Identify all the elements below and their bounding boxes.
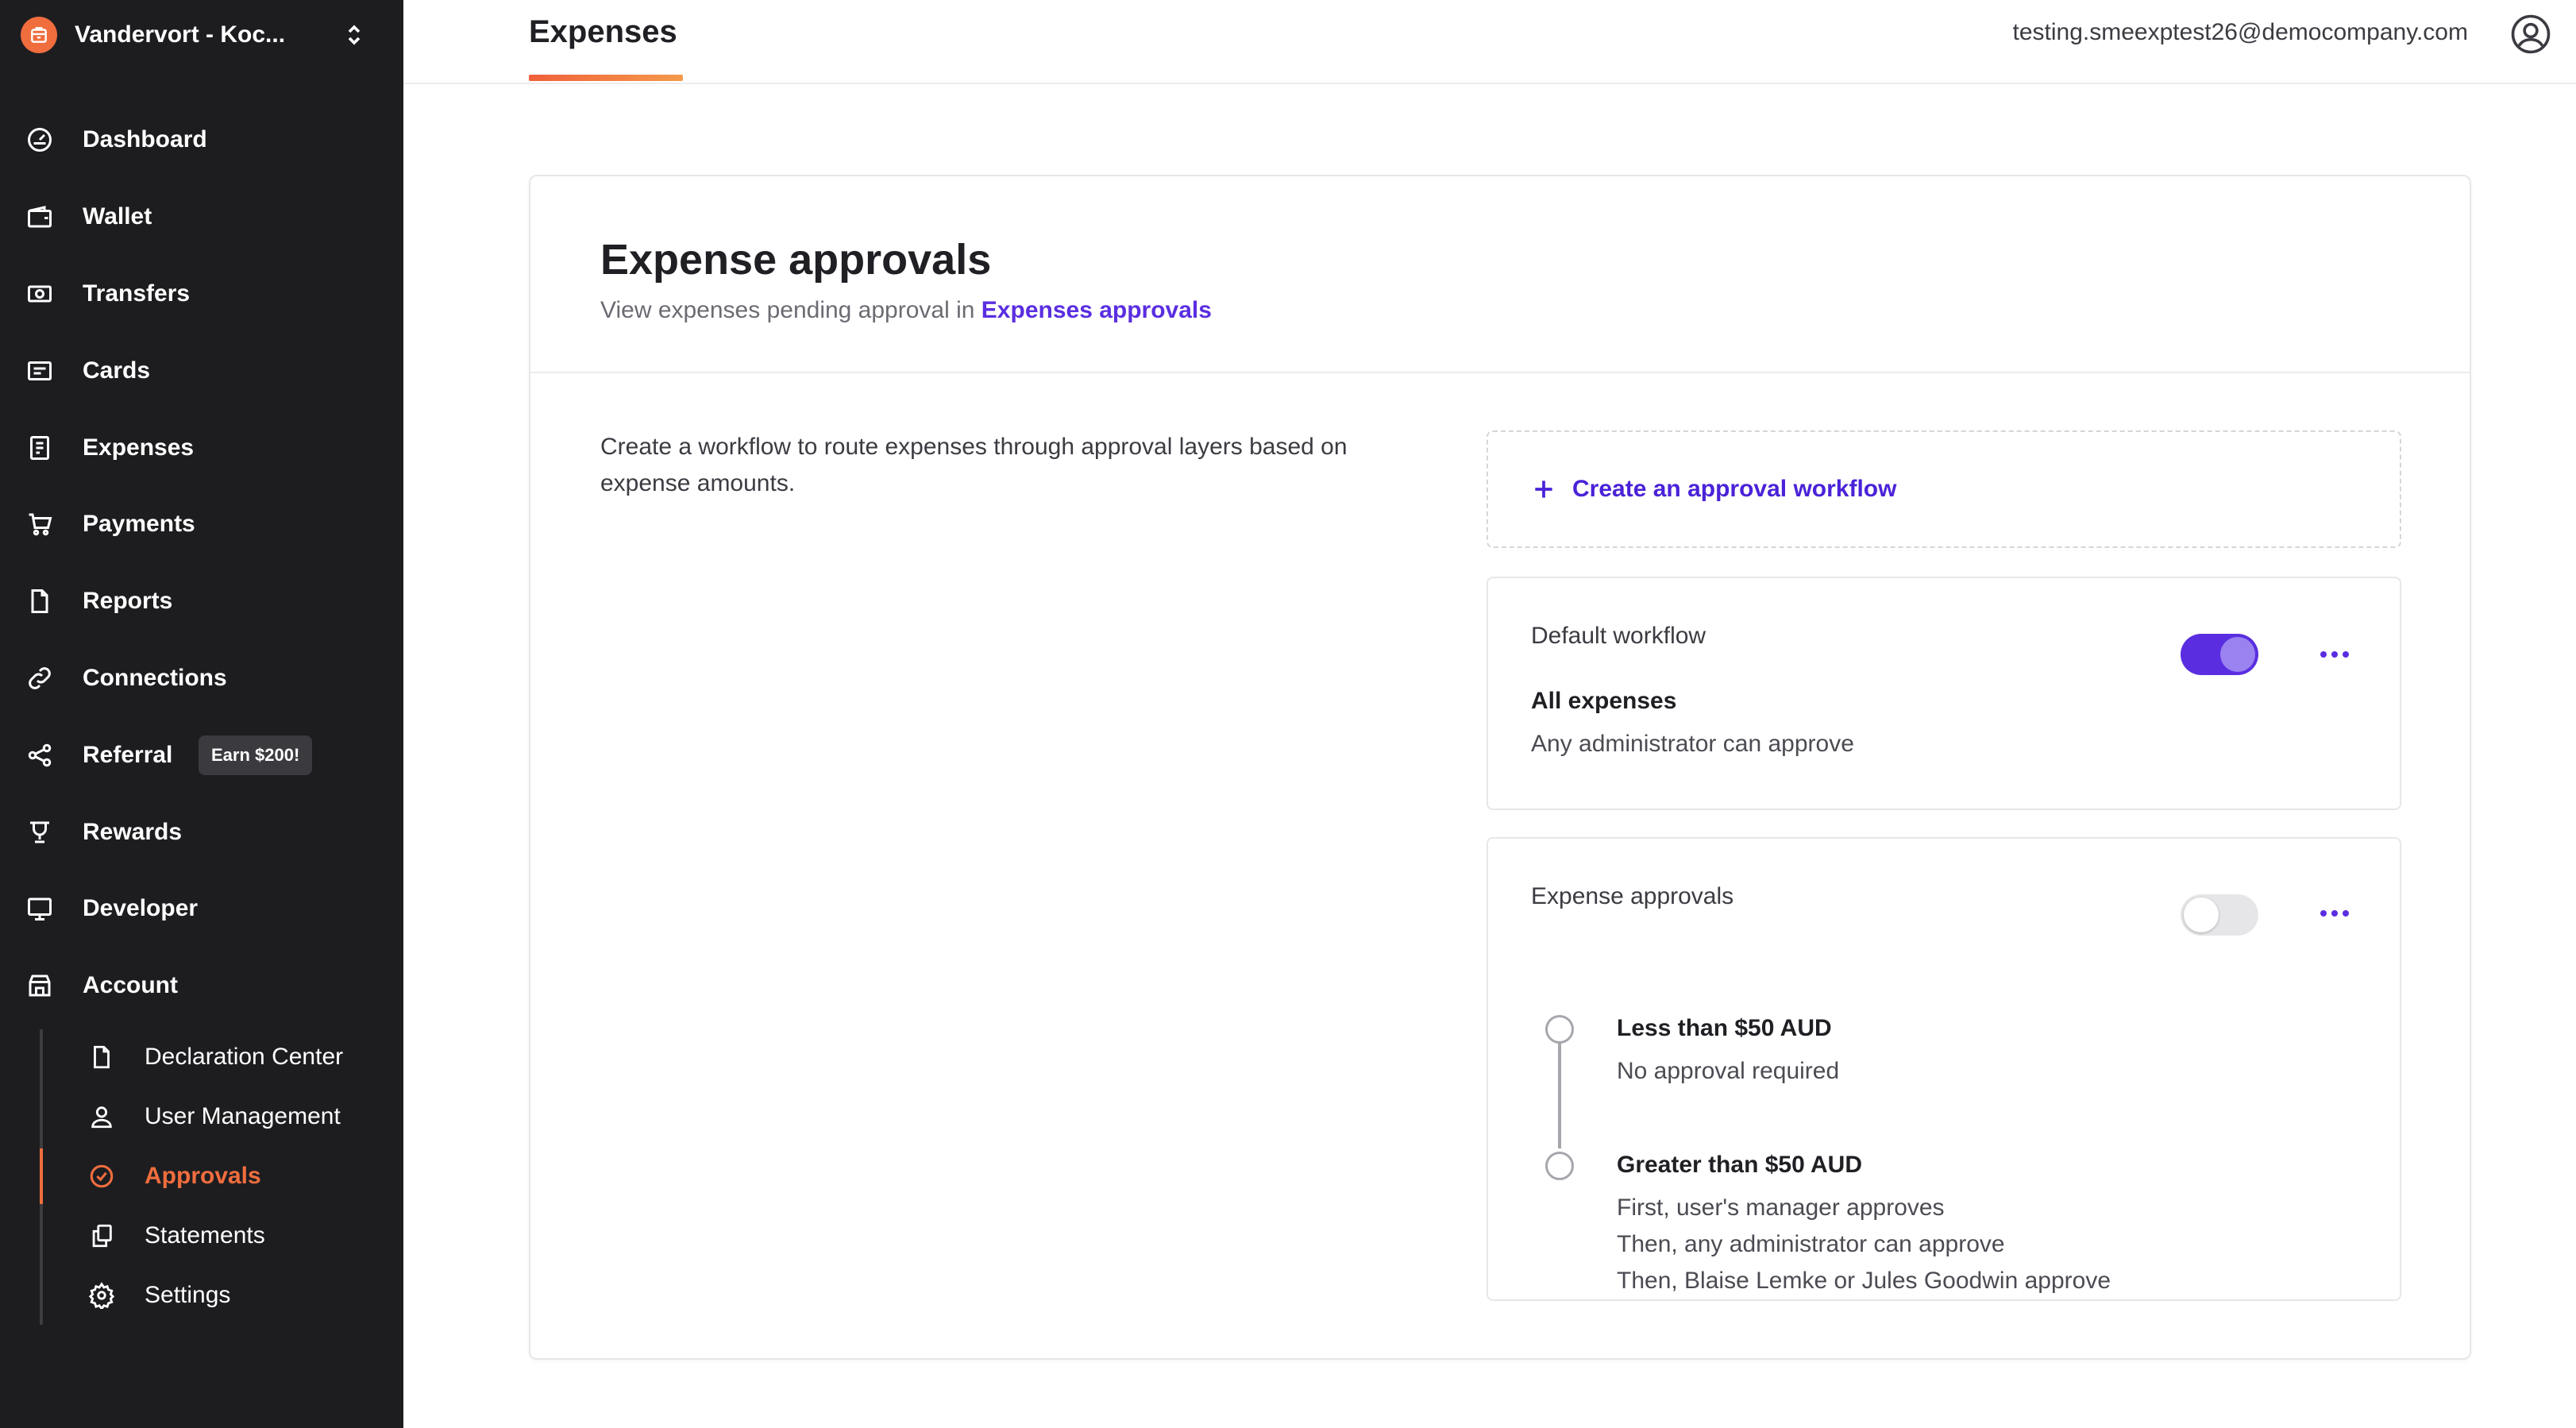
nav-label: Expenses xyxy=(83,434,195,461)
create-workflow-label: Create an approval workflow xyxy=(1572,476,1897,502)
copy-icon xyxy=(86,1220,118,1252)
toggle-knob xyxy=(2184,897,2219,932)
subnav-declaration-center[interactable]: Declaration Center xyxy=(44,1029,403,1085)
subnav-approvals[interactable]: Approvals xyxy=(44,1148,403,1204)
nav-label: Wallet xyxy=(83,203,152,230)
step-connector xyxy=(1558,1029,1561,1148)
step-text: Then, any administrator can approve xyxy=(1617,1231,2005,1257)
nav-label: Referral xyxy=(83,742,173,768)
referral-earn-badge: Earn $200! xyxy=(199,735,313,775)
store-icon xyxy=(24,970,56,1002)
nav-developer[interactable]: Developer xyxy=(0,877,403,940)
nav-label: Account xyxy=(83,972,178,998)
subtitle-text: View expenses pending approval in xyxy=(600,297,975,323)
subnav-label: Statements xyxy=(145,1222,265,1249)
user-icon xyxy=(86,1101,118,1133)
wallet-icon xyxy=(24,201,56,233)
sidebar: Vandervort - Koc... Dashboard Wallet Tra… xyxy=(0,0,403,1428)
workflow-name: Default workflow xyxy=(1531,623,1706,649)
nav-label: Dashboard xyxy=(83,126,207,152)
nav-referral[interactable]: Referral Earn $200! xyxy=(0,724,403,787)
nav-expenses[interactable]: Expenses xyxy=(0,416,403,480)
org-name: Vandervort - Koc... xyxy=(75,21,286,48)
file-icon xyxy=(86,1041,118,1073)
nav-payments[interactable]: Payments xyxy=(0,492,403,556)
nav-rewards[interactable]: Rewards xyxy=(0,801,403,864)
page-title: Expense approvals xyxy=(600,236,992,284)
subnav-label: Settings xyxy=(145,1282,231,1308)
step-text: No approval required xyxy=(1617,1058,1840,1084)
step-marker xyxy=(1545,1152,1574,1180)
nav-transfers[interactable]: Transfers xyxy=(0,262,403,326)
cart-icon xyxy=(24,508,56,540)
workflow-card-default: Default workflow All expenses Any admini… xyxy=(1487,577,2401,810)
nav-cards[interactable]: Cards xyxy=(0,339,403,403)
monitor-icon xyxy=(24,893,56,924)
subnav-label: User Management xyxy=(145,1103,341,1129)
expenses-approvals-link[interactable]: Expenses approvals xyxy=(981,297,1212,323)
transfers-cash-icon xyxy=(24,278,56,310)
rule-text: Any administrator can approve xyxy=(1531,731,1854,757)
nav-label: Transfers xyxy=(83,280,191,307)
receipt-icon xyxy=(24,432,56,464)
subnav-statements[interactable]: Statements xyxy=(44,1208,403,1264)
nav-label: Cards xyxy=(83,357,151,384)
workflow-name: Expense approvals xyxy=(1531,883,1734,909)
check-circle-icon xyxy=(86,1160,118,1192)
trophy-icon xyxy=(24,816,56,848)
nav-account[interactable]: Account xyxy=(0,954,403,1017)
tab-expenses[interactable]: Expenses xyxy=(529,14,677,50)
plus-icon xyxy=(1535,481,1552,498)
step-marker xyxy=(1545,1015,1574,1044)
step-text: First, user's manager approves xyxy=(1617,1195,1945,1221)
nav-label: Payments xyxy=(83,511,195,537)
subnav-settings[interactable]: Settings xyxy=(44,1268,403,1323)
card-header: Expense approvals View expenses pending … xyxy=(530,176,2470,373)
subnav-active-indicator xyxy=(40,1148,43,1204)
nav-label: Developer xyxy=(83,895,199,921)
org-logo-icon xyxy=(21,17,57,53)
toggle-knob xyxy=(2220,637,2255,672)
create-approval-workflow-button[interactable]: Create an approval workflow xyxy=(1487,430,2401,548)
subnav-user-management[interactable]: User Management xyxy=(44,1089,403,1144)
step-title: Greater than $50 AUD xyxy=(1617,1152,1862,1178)
workflow-toggle[interactable] xyxy=(2181,894,2258,936)
chevron-updown-icon[interactable] xyxy=(338,14,370,56)
subnav-label: Declaration Center xyxy=(145,1044,344,1070)
top-bar: Expenses testing.smeexptest26@democompan… xyxy=(403,0,2576,84)
step-text: Then, Blaise Lemke or Jules Goodwin appr… xyxy=(1617,1268,2111,1294)
document-icon xyxy=(24,585,56,617)
active-tab-indicator xyxy=(529,75,683,81)
workflow-description: Create a workflow to route expenses thro… xyxy=(600,434,1348,496)
user-email: testing.smeexptest26@democompany.com xyxy=(2012,19,2468,45)
card-icon xyxy=(24,355,56,387)
nav-label: Rewards xyxy=(83,819,183,845)
workflow-toggle[interactable] xyxy=(2181,634,2258,675)
nav-label: Reports xyxy=(83,588,173,614)
user-avatar-icon[interactable] xyxy=(2508,11,2554,57)
nav-connections[interactable]: Connections xyxy=(0,646,403,710)
dashboard-gauge-icon xyxy=(24,124,56,156)
page-subtitle: View expenses pending approval in Expens… xyxy=(600,297,1212,324)
expense-approvals-card: Expense approvals View expenses pending … xyxy=(529,175,2471,1360)
nav-dashboard[interactable]: Dashboard xyxy=(0,108,403,172)
workflow-card-expense-approvals: Expense approvals Less than $50 AUD No a… xyxy=(1487,837,2401,1301)
nav-label: Connections xyxy=(83,665,227,691)
step-title: Less than $50 AUD xyxy=(1617,1015,1832,1041)
more-options-icon[interactable] xyxy=(2314,639,2355,670)
subnav-label: Approvals xyxy=(145,1163,261,1189)
rule-title: All expenses xyxy=(1531,688,1677,714)
more-options-icon[interactable] xyxy=(2314,897,2355,929)
org-switcher[interactable]: Vandervort - Koc... xyxy=(21,14,370,56)
link-icon xyxy=(24,662,56,694)
share-icon xyxy=(24,739,56,771)
nav-reports[interactable]: Reports xyxy=(0,569,403,633)
gear-icon xyxy=(86,1279,118,1311)
nav-wallet[interactable]: Wallet xyxy=(0,185,403,249)
